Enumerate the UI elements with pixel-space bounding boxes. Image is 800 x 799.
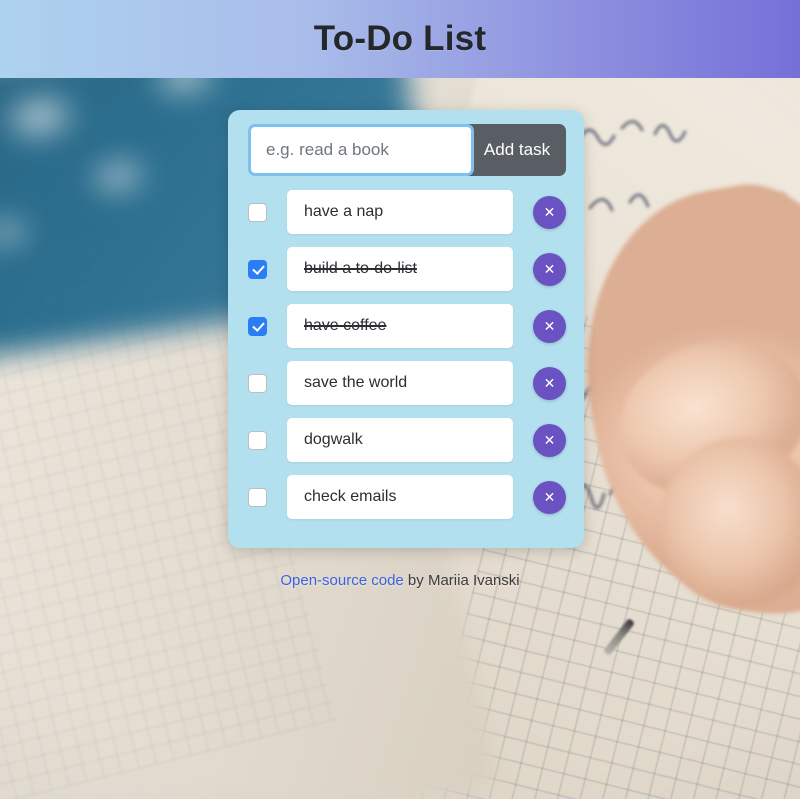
task-text-box[interactable]: save the world — [287, 361, 513, 405]
table-row: have coffee ✕ — [248, 304, 566, 348]
close-icon: ✕ — [543, 432, 556, 448]
delete-task-button[interactable]: ✕ — [533, 366, 566, 400]
task-label: have coffee — [304, 317, 387, 334]
task-checkbox[interactable] — [248, 373, 267, 393]
delete-task-button[interactable]: ✕ — [533, 252, 566, 286]
task-label: build a to-do-list — [304, 260, 417, 277]
task-label: have a nap — [304, 203, 384, 220]
task-text-box[interactable]: have coffee — [287, 304, 513, 348]
task-label: dogwalk — [304, 431, 363, 448]
close-icon: ✕ — [543, 261, 556, 277]
task-checkbox[interactable] — [248, 430, 267, 450]
task-text-box[interactable]: have a nap — [287, 190, 513, 234]
task-list: have a nap ✕ build a to-do-list ✕ have c — [248, 190, 566, 532]
footer-author-text: by Mariia Ivanski — [403, 572, 520, 589]
todo-app-page: To-Do List Add task have a nap ✕ — [0, 0, 800, 799]
page-title: To-Do List — [313, 19, 487, 58]
task-label: check emails — [304, 488, 397, 505]
task-input-wrapper[interactable] — [248, 124, 474, 176]
task-label: save the world — [304, 374, 408, 391]
delete-task-button[interactable]: ✕ — [533, 480, 566, 514]
open-source-code-link[interactable]: Open-source code — [280, 572, 403, 589]
task-checkbox[interactable] — [248, 259, 267, 279]
close-icon: ✕ — [543, 375, 556, 391]
table-row: dogwalk ✕ — [248, 418, 566, 462]
todo-card: Add task have a nap ✕ build a to-do-list… — [228, 110, 584, 548]
app-header: To-Do List — [0, 0, 800, 78]
task-input[interactable] — [264, 139, 471, 161]
add-task-row: Add task — [248, 124, 566, 176]
table-row: build a to-do-list ✕ — [248, 247, 566, 291]
task-checkbox[interactable] — [248, 487, 267, 507]
add-task-button[interactable]: Add task — [468, 124, 566, 176]
close-icon: ✕ — [543, 204, 556, 220]
table-row: have a nap ✕ — [248, 190, 566, 234]
task-checkbox[interactable] — [248, 202, 267, 222]
task-text-box[interactable]: build a to-do-list — [287, 247, 513, 291]
delete-task-button[interactable]: ✕ — [533, 195, 566, 229]
close-icon: ✕ — [543, 489, 556, 505]
table-row: check emails ✕ — [248, 475, 566, 519]
task-text-box[interactable]: dogwalk — [287, 418, 513, 462]
table-row: save the world ✕ — [248, 361, 566, 405]
task-text-box[interactable]: check emails — [287, 475, 513, 519]
close-icon: ✕ — [543, 318, 556, 334]
delete-task-button[interactable]: ✕ — [533, 309, 566, 343]
footer-credit: Open-source code by Mariia Ivanski — [0, 572, 800, 589]
delete-task-button[interactable]: ✕ — [533, 423, 566, 457]
task-checkbox[interactable] — [248, 316, 267, 336]
